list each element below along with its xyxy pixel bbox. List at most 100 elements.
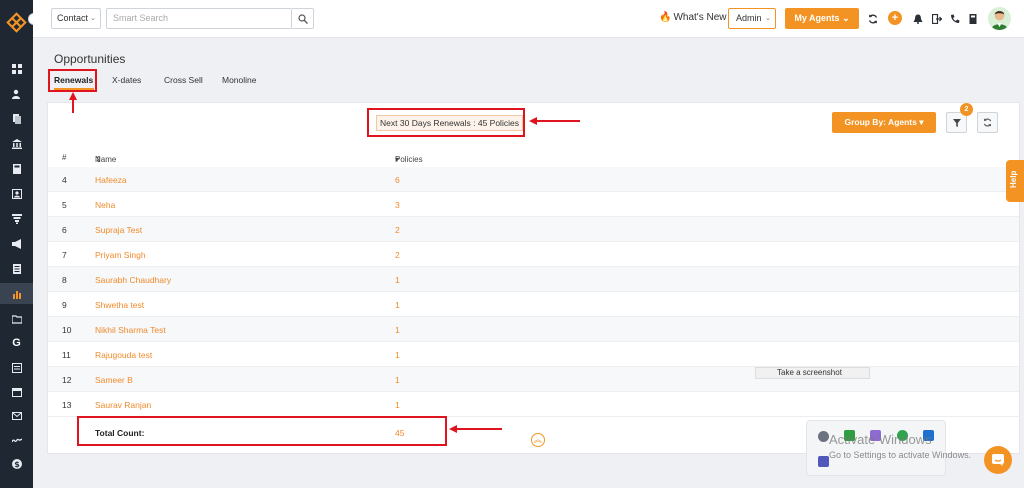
row-number: 7: [62, 250, 67, 260]
caret-down-icon: ⌄: [842, 13, 850, 23]
policy-count-link[interactable]: 1: [395, 375, 400, 385]
screenshot-tooltip: Take a screenshot: [755, 367, 870, 379]
calendar-icon[interactable]: [8, 383, 25, 400]
table-header: # Name ⇕ Policies ▾: [48, 151, 1019, 167]
policy-count-link[interactable]: 6: [395, 175, 400, 185]
agent-name-link[interactable]: Saurabh Chaudhary: [95, 275, 171, 285]
row-number: 8: [62, 275, 67, 285]
table-row: 12 Sameer B 1: [48, 367, 1019, 392]
page-title: Opportunities: [54, 52, 126, 66]
funnel-icon[interactable]: [8, 210, 25, 227]
quick-add-button[interactable]: +: [888, 11, 902, 25]
policy-count-link[interactable]: 1: [395, 350, 400, 360]
agent-name-link[interactable]: Neha: [95, 200, 115, 210]
annotation-arrow-shaft: [536, 120, 580, 122]
bank-icon[interactable]: [8, 135, 25, 152]
mail-icon[interactable]: [8, 407, 25, 424]
megaphone-icon[interactable]: [8, 235, 25, 252]
group-by-button[interactable]: Group By: Agents ▾: [832, 112, 936, 133]
list-icon[interactable]: [8, 260, 25, 277]
chevron-down-icon: ⌄: [765, 15, 771, 22]
table-row: 5 Neha 3: [48, 192, 1019, 217]
tab-cross-sell[interactable]: Cross Sell: [164, 75, 203, 85]
contact-type-select[interactable]: Contact ⌄: [51, 8, 101, 29]
row-number: 5: [62, 200, 67, 210]
policy-count-link[interactable]: 3: [395, 200, 400, 210]
role-select[interactable]: Admin ⌄: [728, 8, 776, 29]
table-row: 11 Rajugouda test 1: [48, 342, 1019, 367]
agent-name-link[interactable]: Saurav Ranjan: [95, 400, 151, 410]
chat-launcher-button[interactable]: [984, 446, 1012, 474]
policy-count-link[interactable]: 2: [395, 250, 400, 260]
table-row: 10 Nikhil Sharma Test 1: [48, 317, 1019, 342]
annotation-box-total: [77, 416, 447, 446]
annotation-arrow-shaft: [72, 99, 74, 113]
chevron-down-icon: ⌄: [90, 15, 96, 22]
bell-icon[interactable]: [912, 13, 923, 24]
sort-icon: ⇕: [95, 155, 102, 164]
policy-count-link[interactable]: 1: [395, 400, 400, 410]
google-icon[interactable]: G: [8, 334, 25, 351]
app-logo[interactable]: [6, 12, 27, 33]
whats-new-link[interactable]: 🔥 What's New: [659, 12, 727, 23]
logout-icon[interactable]: [931, 13, 942, 24]
svg-text:$: $: [14, 459, 20, 468]
annotation-arrow-head: [529, 117, 537, 125]
row-number: 10: [62, 325, 72, 335]
tab-monoline[interactable]: Monoline: [222, 75, 257, 85]
row-number: 13: [62, 400, 72, 410]
documents-icon[interactable]: [8, 110, 25, 127]
agent-name-link[interactable]: Sameer B: [95, 375, 133, 385]
contact-card-icon[interactable]: [8, 185, 25, 202]
chat-icon: [992, 454, 1004, 466]
refresh-button[interactable]: [977, 112, 998, 133]
row-number: 11: [62, 350, 71, 360]
search-button[interactable]: [292, 8, 314, 29]
calculator-icon[interactable]: [967, 13, 978, 24]
agent-name-link[interactable]: Priyam Singh: [95, 250, 146, 260]
filter-count-badge: 2: [960, 103, 973, 116]
table-row: 6 Supraja Test 2: [48, 217, 1019, 242]
folder-icon[interactable]: [8, 310, 25, 327]
teams-icon[interactable]: [818, 456, 829, 467]
agent-name-link[interactable]: Rajugouda test: [95, 350, 152, 360]
my-agents-button[interactable]: My Agents ⌄: [785, 8, 859, 29]
notes-icon[interactable]: [8, 359, 25, 376]
activate-windows-title: Activate Windows: [829, 432, 932, 447]
agent-name-link[interactable]: Shwetha test: [95, 300, 144, 310]
contact-type-value: Contact: [57, 13, 89, 23]
dashboard-icon[interactable]: [8, 60, 25, 77]
phone-icon[interactable]: [949, 13, 960, 24]
tab-x-dates[interactable]: X-dates: [112, 75, 141, 85]
sync-icon[interactable]: [867, 13, 878, 24]
row-number: 9: [62, 300, 67, 310]
agent-name-link[interactable]: Supraja Test: [95, 225, 142, 235]
signature-icon[interactable]: [8, 431, 25, 448]
annotation-arrow-head: [69, 92, 77, 100]
calculator-icon[interactable]: [8, 160, 25, 177]
user-avatar[interactable]: [988, 7, 1011, 30]
cloud-icon[interactable]: [818, 431, 829, 442]
annotation-box-renewals-tab: [48, 69, 97, 92]
agent-name-link[interactable]: Nikhil Sharma Test: [95, 325, 166, 335]
policy-count-link[interactable]: 1: [395, 275, 400, 285]
policy-count-link[interactable]: 1: [395, 325, 400, 335]
policy-count-link[interactable]: 2: [395, 225, 400, 235]
annotation-box-summary: [367, 108, 525, 137]
help-tab[interactable]: Help: [1006, 160, 1024, 202]
help-label: Help: [1009, 170, 1018, 188]
reports-icon[interactable]: [0, 283, 33, 304]
smart-search-input[interactable]: Smart Search: [106, 8, 292, 29]
policy-count-link[interactable]: 1: [395, 300, 400, 310]
filter-icon: [952, 118, 961, 127]
scroll-top-icon[interactable]: ︽: [531, 433, 545, 447]
billing-icon[interactable]: $: [8, 455, 25, 472]
column-header-num: #: [62, 153, 67, 162]
table-row: 4 Hafeeza 6: [48, 167, 1019, 192]
table-row: 13 Saurav Ranjan 1: [48, 392, 1019, 417]
row-number: 4: [62, 175, 67, 185]
contacts-icon[interactable]: [8, 85, 25, 102]
agent-name-link[interactable]: Hafeeza: [95, 175, 127, 185]
refresh-icon: [983, 118, 992, 127]
annotation-arrow-shaft: [456, 428, 502, 430]
